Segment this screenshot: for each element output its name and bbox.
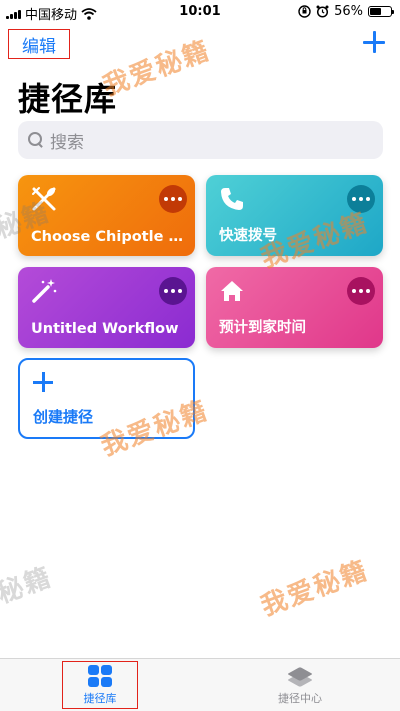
watermark: 我爱秘籍 [257,555,373,623]
battery-icon [368,6,394,17]
more-button[interactable] [159,185,187,213]
plus-icon [33,372,53,392]
watermark: 我爱秘籍 [99,35,215,103]
create-shortcut-label: 创建捷径 [33,408,94,426]
tab-bar: 捷径库 捷径中心 [0,658,400,711]
shortcut-label: Choose Chipotle O… [31,229,185,245]
edit-button[interactable]: 编辑 [8,29,70,59]
layers-icon [287,665,313,687]
shortcut-card-eta-home[interactable]: 预计到家时间 [206,267,383,348]
status-bar: 中国移动 10:01 56% [0,0,400,24]
orientation-lock-icon [298,5,311,18]
shortcut-card-untitled-workflow[interactable]: Untitled Workflow [18,267,195,348]
battery-percent: 56% [334,4,363,19]
watermark: 秘籍 [0,562,57,610]
tab-label: 捷径库 [83,691,117,705]
tab-label: 捷径中心 [278,691,322,705]
tab-gallery[interactable]: 捷径中心 [262,661,338,709]
more-button[interactable] [159,277,187,305]
add-shortcut-icon[interactable] [362,30,386,54]
search-placeholder: 搜索 [50,132,84,153]
search-icon [28,132,44,148]
search-input[interactable]: 搜索 [18,121,383,159]
alarm-icon [316,5,329,18]
shortcut-label: 预计到家时间 [219,320,306,336]
shortcut-label: Untitled Workflow [31,321,179,337]
magic-wand-icon [32,279,57,303]
more-button[interactable] [347,277,375,305]
home-icon [221,281,243,301]
phone-icon [221,188,243,210]
battery-fill [370,8,381,15]
status-right: 56% [298,4,394,19]
tab-library[interactable]: 捷径库 [62,661,138,709]
grid-icon [88,664,112,687]
